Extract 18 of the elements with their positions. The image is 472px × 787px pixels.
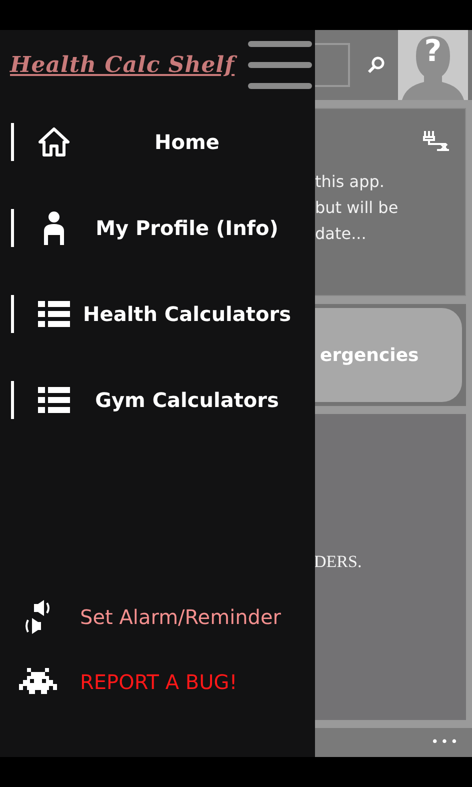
menu-item[interactable]: My Profile (Info)	[0, 208, 300, 248]
action-link[interactable]: REPORT A BUG!	[18, 662, 315, 702]
notice-text: but will be	[315, 197, 400, 219]
notice-text: date...	[315, 223, 368, 245]
space-invader-icon	[18, 668, 58, 696]
network-icon	[423, 129, 449, 153]
action-link[interactable]: Set Alarm/Reminder	[18, 597, 315, 637]
home-icon	[38, 127, 70, 157]
notice-text: this app.	[315, 171, 386, 193]
menu-item[interactable]: Home	[0, 122, 300, 162]
menu-item[interactable]: Gym Calculators	[0, 380, 300, 420]
reminders-text: DERS.	[314, 552, 362, 572]
app-title: Health Calc Shelf	[10, 52, 235, 78]
search-icon	[367, 56, 385, 74]
more-button[interactable]: •••	[430, 732, 460, 752]
menu-item[interactable]: Health Calculators	[0, 294, 300, 334]
list-icon	[38, 301, 70, 327]
list-icon	[38, 387, 70, 413]
